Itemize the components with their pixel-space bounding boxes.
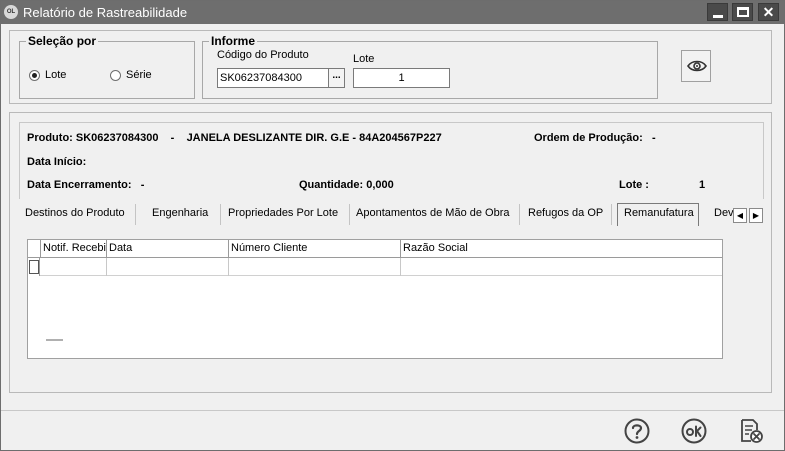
close-icon: ✕	[762, 4, 775, 20]
eye-icon	[687, 60, 707, 72]
codigo-browse-button[interactable]: ...	[328, 68, 345, 88]
lote-info-label: Lote :	[619, 179, 649, 191]
cell-razao-social[interactable]	[401, 258, 722, 276]
produto-text: Produto: SK06237084300 - JANELA DESLIZAN…	[27, 132, 442, 144]
ordem-producao-text: Ordem de Produção: -	[534, 132, 656, 144]
maximize-icon	[737, 7, 749, 17]
table-row[interactable]	[28, 258, 722, 276]
radio-serie-indicator[interactable]	[110, 69, 121, 81]
lote-input[interactable]: 1	[353, 68, 450, 88]
selecao-group: Seleção por Lote Série	[19, 34, 195, 99]
help-icon	[624, 418, 650, 444]
cell-data[interactable]	[107, 258, 229, 276]
app-logo-icon: OL	[4, 5, 18, 19]
radio-lote-label: Lote	[45, 69, 67, 81]
quantidade-text: Quantidade: 0,000	[299, 179, 394, 191]
col-notif-recebi[interactable]: Notif. Recebi	[41, 240, 107, 258]
maximize-button[interactable]	[732, 3, 753, 21]
cell-notif-recebi[interactable]	[41, 258, 107, 276]
product-info: Produto: SK06237084300 - JANELA DESLIZAN…	[19, 122, 764, 199]
informe-title: Informe	[209, 34, 258, 48]
details-panel: Produto: SK06237084300 - JANELA DESLIZAN…	[9, 112, 772, 393]
minimize-button[interactable]	[707, 3, 728, 21]
tab-destinos-produto[interactable]: Destinos do Produto	[19, 204, 136, 225]
minimize-icon	[713, 15, 723, 18]
codigo-produto-label: Código do Produto	[217, 49, 309, 61]
data-inicio-text: Data Início:	[27, 156, 87, 168]
radio-lote-indicator[interactable]	[29, 69, 40, 81]
remanufatura-grid[interactable]: Notif. Recebi Data Número Cliente Razão …	[27, 239, 723, 359]
col-data[interactable]: Data	[107, 240, 229, 258]
tab-scroll-right-button[interactable]: ▶	[749, 208, 763, 223]
col-razao-social[interactable]: Razão Social	[401, 240, 722, 258]
cell-numero-cliente[interactable]	[229, 258, 401, 276]
data-encerramento-text: Data Encerramento: -	[27, 179, 145, 191]
help-button[interactable]	[624, 418, 650, 444]
cancel-report-button[interactable]	[738, 418, 764, 444]
grid-corner	[28, 240, 41, 258]
ok-icon	[681, 418, 707, 444]
tab-propriedades-lote[interactable]: Propriedades Por Lote	[222, 204, 350, 225]
lote-info-value: 1	[699, 179, 706, 191]
footer-divider	[1, 410, 784, 411]
grid-header: Notif. Recebi Data Número Cliente Razão …	[28, 240, 722, 258]
tab-remanufatura[interactable]: Remanufatura	[617, 203, 699, 226]
view-report-button[interactable]	[681, 50, 711, 82]
selecao-title: Seleção por	[26, 34, 99, 48]
tab-strip: Destinos do Produto Engenharia Proprieda…	[19, 201, 764, 227]
radio-serie-label: Série	[126, 69, 152, 81]
codigo-produto-input[interactable]: SK06237084300	[217, 68, 329, 88]
horizontal-scrollbar[interactable]	[46, 339, 63, 341]
tab-engenharia[interactable]: Engenharia	[146, 204, 221, 225]
cancel-report-icon	[741, 419, 763, 443]
close-button[interactable]: ✕	[758, 3, 779, 21]
col-numero-cliente[interactable]: Número Cliente	[229, 240, 401, 258]
row-selector-icon	[29, 260, 39, 274]
title-bar[interactable]: OL Relatório de Rastreabilidade ✕	[1, 1, 784, 24]
report-window: OL Relatório de Rastreabilidade ✕ Seleçã…	[0, 0, 785, 451]
window-title: Relatório de Rastreabilidade	[23, 5, 188, 20]
lote-label: Lote	[353, 53, 375, 65]
tab-apontamentos-mao-obra[interactable]: Apontamentos de Mão de Obra	[350, 204, 520, 225]
informe-group: Informe Código do Produto SK06237084300 …	[202, 34, 658, 99]
radio-lote[interactable]: Lote	[29, 69, 66, 81]
row-indicator	[28, 258, 40, 276]
ok-button[interactable]	[681, 418, 707, 444]
radio-serie[interactable]: Série	[110, 69, 152, 81]
tab-scroll-left-button[interactable]: ◀	[733, 208, 747, 223]
filter-panel: Seleção por Lote Série Informe Código do…	[9, 30, 772, 104]
tab-refugos-op[interactable]: Refugos da OP	[522, 204, 612, 225]
